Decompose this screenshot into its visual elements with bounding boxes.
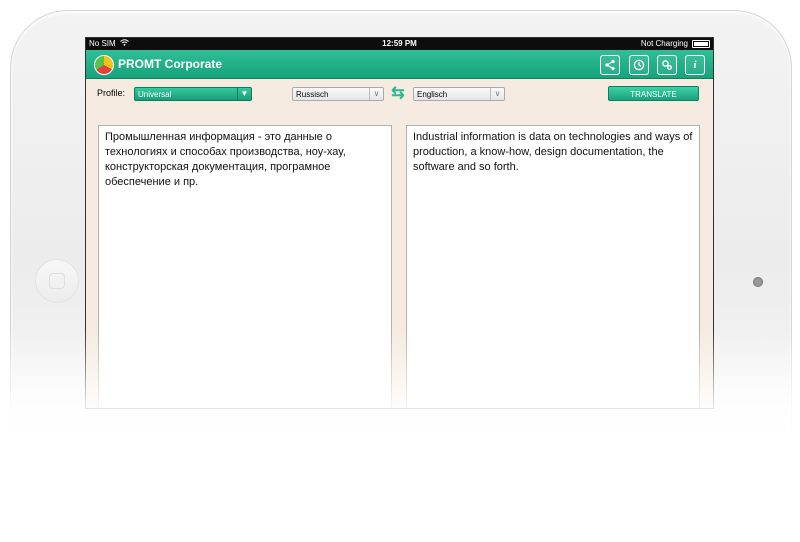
translate-button[interactable]: TRANSLATE xyxy=(608,86,699,101)
target-language-value: Englisch xyxy=(417,90,448,99)
status-time: 12:59 PM xyxy=(382,39,417,48)
history-button[interactable] xyxy=(629,55,649,75)
profile-value: Universal xyxy=(138,90,172,99)
swap-languages-icon[interactable]: ⇆ xyxy=(389,84,407,104)
battery-status: Not Charging xyxy=(640,39,688,48)
bottom-fade xyxy=(0,330,800,542)
history-icon xyxy=(633,59,645,71)
profile-label: Profile: xyxy=(97,88,126,98)
source-language-value: Russisch xyxy=(296,90,329,99)
promt-logo-icon xyxy=(94,55,114,75)
toolbar: Profile: Universal ▼ Russisch ∨ ⇆ Englis… xyxy=(86,79,713,109)
share-icon xyxy=(605,59,615,71)
share-button[interactable] xyxy=(600,55,620,75)
target-language-select[interactable]: Englisch ∨ xyxy=(413,87,505,101)
settings-icon xyxy=(662,60,672,70)
app-header: PROMT Corporate i xyxy=(86,50,713,79)
chevron-down-icon: ∨ xyxy=(369,88,383,100)
settings-button[interactable] xyxy=(657,55,677,75)
battery-icon xyxy=(692,40,710,48)
profile-select[interactable]: Universal ▼ xyxy=(134,87,252,101)
info-button[interactable]: i xyxy=(685,55,705,75)
app-title: PROMT Corporate xyxy=(118,57,223,71)
home-button[interactable] xyxy=(35,259,79,303)
camera-icon xyxy=(753,277,763,287)
chevron-down-icon: ▼ xyxy=(237,88,251,100)
status-bar: No SIM 12:59 PM Not Charging xyxy=(86,38,713,50)
source-language-select[interactable]: Russisch ∨ xyxy=(292,87,384,101)
chevron-down-icon: ∨ xyxy=(490,88,504,100)
info-icon: i xyxy=(693,59,697,71)
